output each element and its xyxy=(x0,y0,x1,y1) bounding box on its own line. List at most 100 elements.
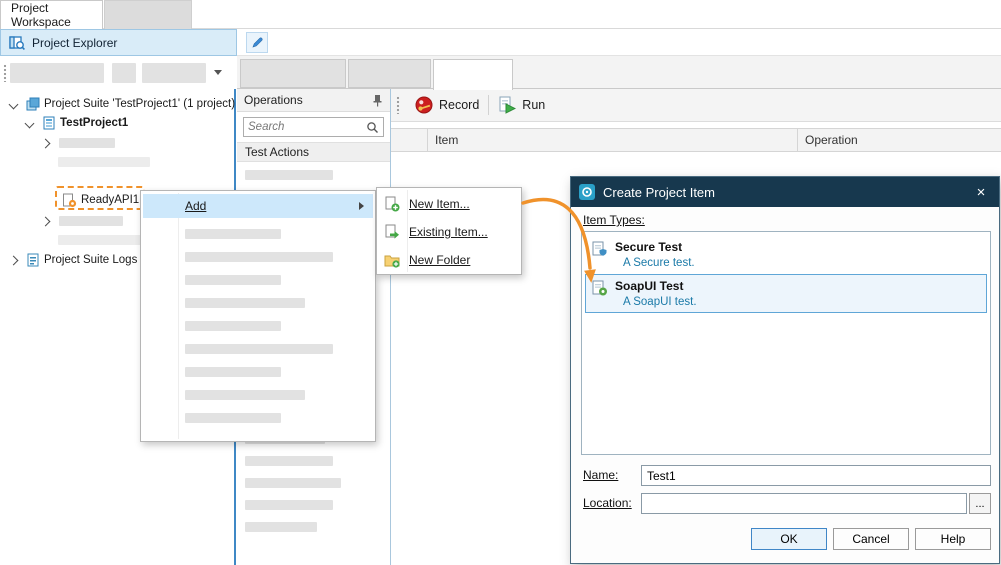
operations-title: Operations xyxy=(244,93,303,107)
document-tab-placeholder[interactable] xyxy=(240,59,346,88)
menu-item-new-folder[interactable]: New Folder xyxy=(377,246,521,274)
list-item-secure-test[interactable]: Secure Test A Secure test. xyxy=(585,235,987,274)
help-button[interactable]: Help xyxy=(915,528,991,550)
placeholder-bar xyxy=(185,321,281,331)
new-item-icon xyxy=(384,196,400,212)
record-button[interactable]: Record xyxy=(406,91,488,119)
dialog-app-icon xyxy=(579,184,595,200)
toolbar-dropdown-caret[interactable] xyxy=(214,70,222,75)
new-item-label: New Item... xyxy=(409,197,470,211)
placeholder-bar xyxy=(58,157,150,167)
name-label: Name: xyxy=(583,468,618,482)
menu-item-add[interactable]: Add xyxy=(143,194,373,218)
search-input[interactable] xyxy=(244,121,366,133)
menu-gutter-line xyxy=(178,193,179,439)
location-label: Location: xyxy=(583,496,632,510)
item-types-listbox: Secure Test A Secure test. SoapUI Test A… xyxy=(581,231,991,455)
soapui-test-icon xyxy=(591,280,608,297)
placeholder-bar xyxy=(245,500,333,510)
placeholder-bar xyxy=(185,390,305,400)
document-tab-placeholder[interactable] xyxy=(348,59,431,88)
chevron-down-icon[interactable] xyxy=(9,99,19,109)
menu-add-label: Add xyxy=(185,199,206,213)
run-icon xyxy=(498,96,516,114)
project-explorer-icon xyxy=(9,35,25,51)
list-item-soapui-test[interactable]: SoapUI Test A SoapUI test. xyxy=(585,274,987,313)
placeholder-bar xyxy=(245,478,341,488)
placeholder-bar xyxy=(245,522,317,532)
tree-item-redacted[interactable] xyxy=(0,152,234,172)
column-header-operation[interactable]: Operation xyxy=(797,129,958,151)
secure-test-icon xyxy=(591,241,608,258)
grid-header: Item Operation xyxy=(391,128,1001,152)
edit-button[interactable] xyxy=(246,32,268,53)
context-menu: Add xyxy=(140,190,376,442)
document-tab-strip xyxy=(237,56,1001,89)
tree-item-project-suite[interactable]: Project Suite 'TestProject1' (1 project) xyxy=(0,94,234,114)
menu-redacted-items xyxy=(185,229,333,423)
context-submenu: New Item... Existing Item... New Folder xyxy=(376,187,522,275)
secure-test-description: A Secure test. xyxy=(623,257,695,269)
soapui-test-description: A SoapUI test. xyxy=(623,296,697,308)
secure-test-name: Secure Test xyxy=(615,240,695,254)
placeholder-bar xyxy=(10,63,104,83)
item-types-label: Item Types: xyxy=(583,213,645,227)
test-actions-section-header[interactable]: Test Actions xyxy=(237,142,390,162)
placeholder-bar xyxy=(185,344,333,354)
existing-item-label: Existing Item... xyxy=(409,225,488,239)
record-icon xyxy=(415,96,433,114)
placeholder-bar xyxy=(185,229,281,239)
operations-panel-header: Operations xyxy=(237,89,390,112)
location-field[interactable] xyxy=(641,493,967,514)
placeholder-bar xyxy=(142,63,206,83)
project-explorer-header: Project Explorer xyxy=(0,29,237,56)
tab-placeholder[interactable] xyxy=(104,0,192,29)
existing-item-icon xyxy=(384,224,400,240)
new-folder-icon xyxy=(384,252,400,268)
tree-item-testproject1[interactable]: TestProject1 xyxy=(0,113,234,133)
soapui-test-texts: SoapUI Test A SoapUI test. xyxy=(615,279,697,308)
chevron-down-icon[interactable] xyxy=(25,118,35,128)
dialog-title: Create Project Item xyxy=(603,185,715,200)
operations-search-box xyxy=(243,117,384,137)
browse-button[interactable]: ... xyxy=(969,493,991,514)
window-tab-bar: Project Workspace xyxy=(0,0,1001,29)
new-folder-label: New Folder xyxy=(409,253,470,267)
readyapi-item-icon xyxy=(62,193,77,208)
menu-item-existing-item[interactable]: Existing Item... xyxy=(377,218,521,246)
pencil-icon xyxy=(251,36,264,49)
close-icon[interactable]: × xyxy=(963,177,999,207)
placeholder-bar xyxy=(245,170,333,180)
document-tab-active[interactable] xyxy=(433,59,513,90)
submenu-arrow-icon xyxy=(359,202,364,210)
column-header-item[interactable]: Item xyxy=(427,129,797,151)
chevron-right-icon[interactable] xyxy=(9,255,19,265)
tree-item-redacted[interactable] xyxy=(0,133,234,153)
run-button[interactable]: Run xyxy=(489,91,554,119)
placeholder-bar xyxy=(185,252,333,262)
tree-project-label: TestProject1 xyxy=(60,117,128,129)
tab-project-workspace[interactable]: Project Workspace xyxy=(0,0,103,29)
ok-button[interactable]: OK xyxy=(751,528,827,550)
placeholder-bar xyxy=(185,367,281,377)
placeholder-bar xyxy=(59,216,123,226)
pin-icon[interactable] xyxy=(372,94,383,107)
placeholder-bar xyxy=(185,298,305,308)
toolbar-grip[interactable] xyxy=(396,96,400,114)
soapui-test-name: SoapUI Test xyxy=(615,279,697,293)
toolbar-grip[interactable] xyxy=(3,64,7,82)
project-icon xyxy=(42,116,56,130)
placeholder-bar xyxy=(245,456,333,466)
application-window: Project Workspace Project Explorer xyxy=(0,0,1001,565)
chevron-right-icon[interactable] xyxy=(41,216,51,226)
search-icon[interactable] xyxy=(366,121,379,134)
dialog-title-bar[interactable]: Create Project Item × xyxy=(571,177,999,207)
main-top-toolbar xyxy=(237,29,1001,56)
project-suite-icon xyxy=(26,97,40,111)
name-field[interactable] xyxy=(641,465,991,486)
menu-item-new-item[interactable]: New Item... xyxy=(377,190,521,218)
cancel-button[interactable]: Cancel xyxy=(833,528,909,550)
placeholder-bar xyxy=(185,413,281,423)
chevron-right-icon[interactable] xyxy=(41,138,51,148)
menu-gutter-line xyxy=(407,190,408,272)
